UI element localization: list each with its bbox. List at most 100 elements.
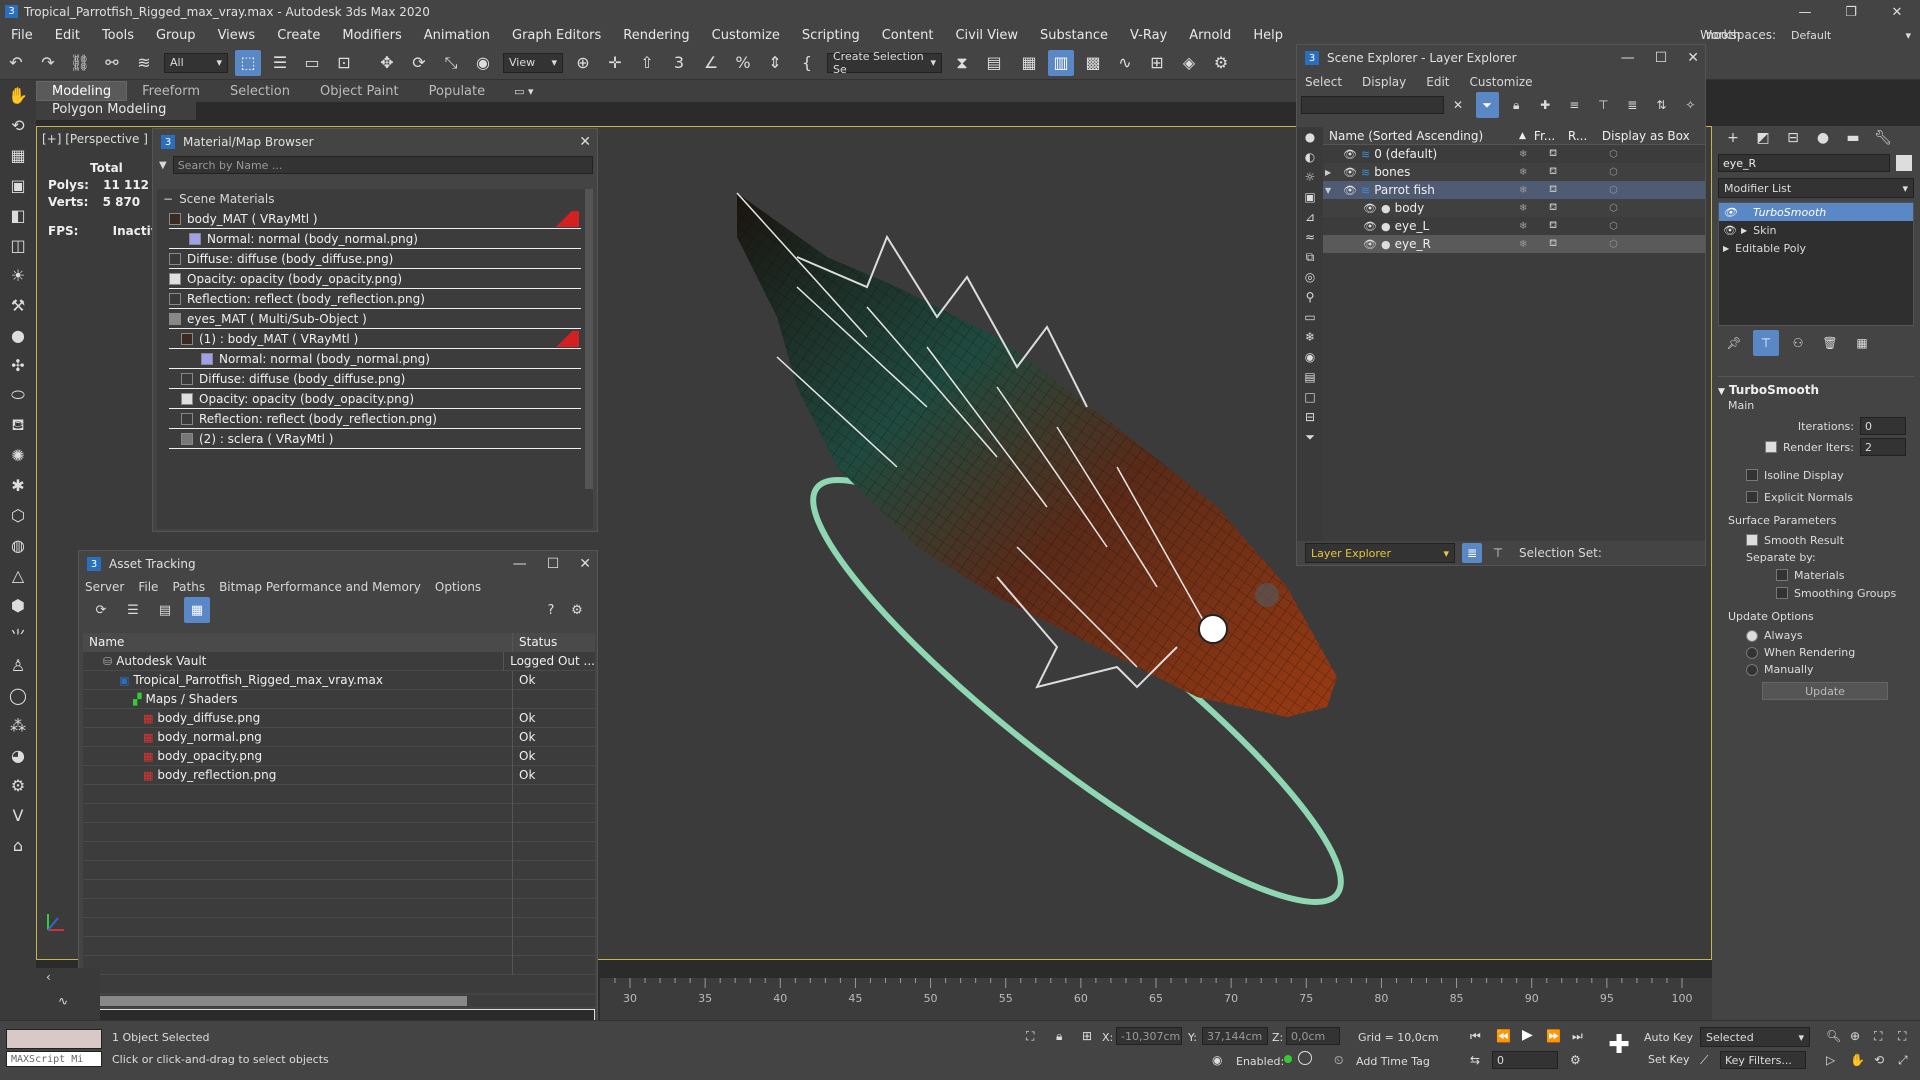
pivot-center-icon[interactable]: ⊕ [570,50,596,76]
sphere-icon[interactable]: ● [4,321,32,349]
asset-row[interactable]: ⛁ Autodesk Vault Logged Out ... [83,651,595,671]
maxscript-mini-field[interactable]: MAXScript Mi [6,1051,102,1067]
layer-row[interactable]: 👁︎ ● eye_R ❄ ⛾ ⬡ [1323,235,1705,253]
visibility-eye-icon[interactable]: 👁︎ [1363,238,1377,251]
menu-item[interactable]: V-Ray [1119,28,1178,43]
display-box-icon[interactable]: ⬡ [1609,239,1618,250]
orbit-view-icon[interactable]: ⟲ [1874,1053,1884,1067]
display-groups-icon[interactable]: ⧉ [1300,247,1320,267]
set-key-big-icon[interactable]: ✚ [1602,1025,1636,1065]
tools-icon[interactable]: ⚙ [4,771,32,799]
close-icon[interactable]: ✕ [579,134,591,150]
ribbon-tab[interactable]: Object Paint [305,84,414,99]
display-cameras-icon[interactable]: ▣ [1300,187,1320,207]
ribbon-tab[interactable]: Populate [414,84,501,99]
current-frame-field[interactable]: 0 [1492,1051,1558,1069]
time-tag-icon[interactable]: ⏲ [1334,1053,1343,1068]
new-layer-icon[interactable]: ✚ [1534,92,1557,118]
when-rendering-radio[interactable] [1746,646,1758,659]
create-tab-icon[interactable]: + [1721,125,1745,151]
isolate-icon[interactable]: ⛶ [1026,1029,1034,1044]
refresh-icon[interactable]: ⟳ [88,597,114,623]
modifier-stack-item[interactable]: 👁︎ ▶ Skin [1719,221,1913,239]
selection-lock-icon[interactable]: 🔒︎ [1056,1029,1062,1044]
visibility-eye-icon[interactable]: 👁︎ [1363,220,1377,233]
col-status-header[interactable]: Status [513,635,557,649]
iterations-spinner[interactable]: 0 [1860,417,1906,435]
scene-search-input[interactable] [1301,96,1444,114]
freeze-icon[interactable]: ❄ [1519,203,1527,214]
material-item[interactable]: eyes_MAT ( Multi/Sub-Object ) [169,309,581,329]
material-item[interactable]: Opacity: opacity (body_opacity.png) [169,389,581,409]
display-hidden-icon[interactable]: ◉ [1300,347,1320,367]
display-box-icon[interactable]: ⬡ [1609,149,1618,160]
pan-icon[interactable]: ✋ [1850,1053,1865,1067]
asset-menu-item[interactable]: Server [85,580,124,594]
menu-item[interactable]: Civil View [944,28,1029,43]
render-icon[interactable]: ◕ [4,741,32,769]
edit-named-selection-icon[interactable]: { [794,50,820,76]
display-box-icon[interactable]: ⬡ [1609,221,1618,232]
auto-key-button[interactable]: Auto Key [1644,1031,1693,1044]
display-containers-icon[interactable]: ▭ [1300,307,1320,327]
sort-icon[interactable]: ⇅ [1650,92,1673,118]
menu-item[interactable]: Views [207,28,267,43]
material-item[interactable]: Diffuse: diffuse (body_diffuse.png) [169,249,581,269]
filter-icon[interactable]: ⏷ [1475,92,1499,118]
minimize-icon[interactable]: — [513,556,527,572]
ball-icon[interactable]: ◯ [4,681,32,709]
menu-item[interactable]: Create [266,28,331,43]
layer-row[interactable]: 👁︎ ● eye_L ❄ ⛾ ⬡ [1323,217,1705,235]
isoline-checkbox[interactable] [1746,469,1758,481]
explorer-type-dropdown[interactable]: Layer Explorer ▾ [1305,543,1455,563]
menu-item[interactable]: Arnold [1178,28,1242,43]
freeze-icon[interactable]: ❄ [1519,221,1527,232]
show-end-result-icon[interactable]: ⊤ [1753,330,1779,356]
display-spacewarps-icon[interactable]: ≈ [1300,227,1320,247]
adaptive-degradation-icon[interactable]: ◉ [1212,1053,1222,1067]
hierarchy-mode-icon[interactable]: ⊤ [1488,543,1508,563]
select-and-move-icon[interactable]: ✥ [374,50,400,76]
material-item[interactable]: Normal: normal (body_normal.png) [169,349,581,369]
restore-icon[interactable]: ❐ [1828,0,1874,24]
always-radio[interactable] [1746,629,1758,642]
layer-row[interactable]: 👁︎ ● body ❄ ⛾ ⬡ [1323,199,1705,217]
render-iters-spinner[interactable]: 2 [1860,438,1906,456]
layer-stack-icon[interactable]: ≡ [1563,92,1586,118]
spinner-snap-icon[interactable]: ⇕ [762,50,788,76]
sun-icon[interactable]: ✺ [4,441,32,469]
minimize-icon[interactable]: — [1782,0,1828,24]
toggle-layer-explorer-icon[interactable]: ▥ [1048,49,1074,76]
asset-menu-item[interactable]: Bitmap Performance and Memory [219,580,421,594]
chevron-left-icon[interactable]: ‹ [46,970,51,984]
explicit-normals-checkbox[interactable] [1746,491,1758,503]
motion-tab-icon[interactable]: ● [1811,125,1835,151]
asset-menu-item[interactable]: File [138,580,158,594]
asset-row[interactable]: ▦ body_opacity.png Ok [83,746,595,766]
shapes-icon[interactable]: ⬢ [4,591,32,619]
layer-row[interactable]: ▼ 👁︎ ≋ Parrot fish ❄ ⛾ ⬡ [1323,181,1705,199]
pin-stack-icon[interactable]: 📌︎ [1721,330,1747,356]
select-and-place-icon[interactable]: ◉ [470,50,496,76]
render-iters-checkbox[interactable] [1765,441,1778,453]
menu-item[interactable]: Tools [91,28,145,43]
display-all-icon[interactable]: ▤ [1300,367,1320,387]
freeze-icon[interactable]: ❄ [1519,167,1527,178]
scrollbar[interactable] [585,189,593,489]
display-geometry-icon[interactable]: ● [1300,127,1320,147]
grid-icon[interactable]: ▦ [4,141,32,169]
material-item[interactable]: body_MAT ( VRayMtl ) [169,209,581,229]
smoothing-groups-checkbox[interactable] [1776,587,1788,599]
remove-modifier-icon[interactable]: 🗑︎ [1817,330,1843,356]
menu-item[interactable]: File [0,28,44,43]
asset-row[interactable]: ▦ body_normal.png Ok [83,727,595,747]
menu-item[interactable]: Graph Editors [501,28,612,43]
fov-icon[interactable]: ▷ [1826,1053,1835,1067]
bind-space-warp-icon[interactable]: ≋ [131,50,157,76]
material-item[interactable]: (2) : sclera ( VRayMtl ) [169,429,581,449]
highlight-icon[interactable]: ✧ [1679,92,1702,118]
helper-icon[interactable]: ⚒ [4,291,32,319]
col-name-header[interactable]: Name [83,632,513,652]
col-render-header[interactable]: R... [1568,129,1602,143]
display-box-icon[interactable]: ⬡ [1609,203,1618,214]
